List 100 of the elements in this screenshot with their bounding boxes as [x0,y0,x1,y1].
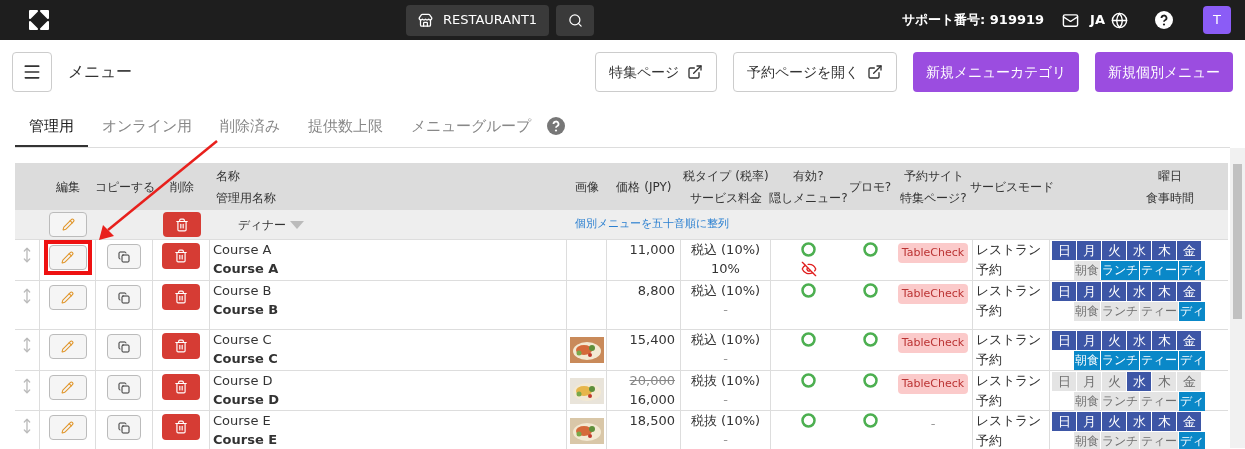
copy-icon [118,291,130,304]
price: 15,400 [628,331,675,349]
create-button[interactable]: 新規個別メニュー [1095,52,1233,92]
help-icon[interactable] [1155,11,1173,29]
day-chip[interactable]: 水 [1127,282,1151,301]
tab[interactable]: 管理用 [15,107,88,147]
edit-button[interactable] [48,375,87,400]
meal-chip[interactable]: ティー [1140,432,1178,449]
day-chip[interactable]: 火 [1102,372,1126,391]
meal-chip[interactable]: ランチ [1101,261,1139,280]
pencil-icon [61,421,74,434]
day-chip[interactable]: 火 [1102,282,1126,301]
day-chip[interactable]: 金 [1177,241,1201,260]
delete-button[interactable] [162,284,200,310]
day-chip[interactable]: 木 [1152,331,1176,350]
day-chip[interactable]: 金 [1177,372,1201,391]
support-number: サポート番号: 919919 [902,11,1045,30]
logo-icon [28,9,50,31]
dropdown-icon[interactable] [290,220,304,229]
meal-chip[interactable]: ティー [1140,261,1178,280]
admin-name: Course D [213,391,280,409]
day-chip[interactable]: 日 [1052,331,1076,350]
restaurant-selector[interactable]: RESTAURANT1 [405,4,550,36]
tab[interactable]: メニューグループ [397,107,545,147]
day-chip[interactable]: 木 [1152,241,1176,260]
meal-chip[interactable]: ティー [1140,302,1178,321]
day-chip[interactable]: 月 [1077,282,1101,301]
service-charge: 10% [710,260,741,278]
day-chip[interactable]: 日 [1052,282,1076,301]
day-chip[interactable]: 月 [1077,241,1101,260]
tab[interactable]: オンライン用 [88,107,206,147]
meal-chip[interactable]: ランチ [1101,302,1139,321]
copy-button[interactable] [107,285,141,310]
edit-button[interactable] [48,415,87,440]
copy-button[interactable] [107,244,141,269]
day-chip[interactable]: 月 [1077,331,1101,350]
day-chip[interactable]: 水 [1127,412,1151,431]
mail-icon[interactable] [1062,11,1080,29]
day-chip[interactable]: 金 [1177,412,1201,431]
tab[interactable]: 提供数上限 [294,107,397,147]
meal-chip[interactable]: 朝食 [1074,351,1100,370]
edit-button[interactable] [49,212,87,237]
day-chip[interactable]: 日 [1052,241,1076,260]
menu-button[interactable] [12,52,52,92]
user-avatar[interactable]: T [1203,6,1231,34]
meal-chip[interactable]: ランチ [1101,432,1139,449]
meal-chip[interactable]: 朝食 [1074,392,1100,411]
tab[interactable]: 削除済み [206,107,294,147]
delete-button[interactable] [162,374,200,400]
admin-name: Course A [213,260,280,278]
menu-name: Course B [213,282,273,300]
day-chip[interactable]: 金 [1177,331,1201,350]
pencil-icon [61,291,74,304]
menu-name: Course A [213,241,273,259]
create-button[interactable]: 新規メニューカテゴリ [913,52,1079,92]
meal-chip[interactable]: ディ [1179,392,1205,411]
globe-icon[interactable] [1111,11,1128,29]
copy-button[interactable] [107,375,141,400]
day-chip[interactable]: 水 [1127,372,1151,391]
delete-button[interactable] [162,243,200,269]
sort-link[interactable]: 個別メニューを五十音順に整列 [567,216,729,233]
meal-chip[interactable]: ディ [1179,302,1205,321]
search-button[interactable] [556,4,595,36]
day-chip[interactable]: 金 [1177,282,1201,301]
delete-button[interactable] [162,333,200,359]
day-chip[interactable]: 火 [1102,412,1126,431]
edit-button[interactable] [48,334,87,359]
day-chip[interactable]: 水 [1127,331,1151,350]
delete-button[interactable] [162,212,201,237]
meal-chip[interactable]: ティー [1140,351,1178,370]
day-chip[interactable]: 日 [1052,372,1076,391]
admin-name: Course E [213,431,279,449]
original-price: 20,000 [628,372,675,390]
meal-chip[interactable]: ディ [1179,261,1205,280]
day-chip[interactable]: 木 [1152,282,1176,301]
copy-button[interactable] [107,334,141,359]
delete-button[interactable] [162,414,200,440]
day-chip[interactable]: 火 [1102,241,1126,260]
edit-button[interactable] [48,285,87,310]
day-chip[interactable]: 日 [1052,412,1076,431]
external-link-button[interactable]: 予約ページを開く [733,52,897,92]
day-chip[interactable]: 月 [1077,372,1101,391]
meal-chip[interactable]: ティー [1140,392,1178,411]
day-chip[interactable]: 月 [1077,412,1101,431]
meal-chip[interactable]: ディ [1179,351,1205,370]
copy-icon [118,421,130,434]
copy-button[interactable] [107,415,141,440]
external-link-button[interactable]: 特集ページ [595,52,717,92]
language[interactable]: JA [1090,10,1105,30]
day-chip[interactable]: 木 [1152,412,1176,431]
meal-chip[interactable]: ランチ [1101,351,1139,370]
meal-chip[interactable]: 朝食 [1074,302,1100,321]
meal-chip[interactable]: 朝食 [1074,261,1100,280]
day-chip[interactable]: 水 [1127,241,1151,260]
meal-chip[interactable]: ランチ [1101,392,1139,411]
trash-icon [174,380,188,394]
meal-chip[interactable]: 朝食 [1074,432,1100,449]
day-chip[interactable]: 火 [1102,331,1126,350]
meal-chip[interactable]: ディ [1179,432,1205,449]
day-chip[interactable]: 木 [1152,372,1176,391]
